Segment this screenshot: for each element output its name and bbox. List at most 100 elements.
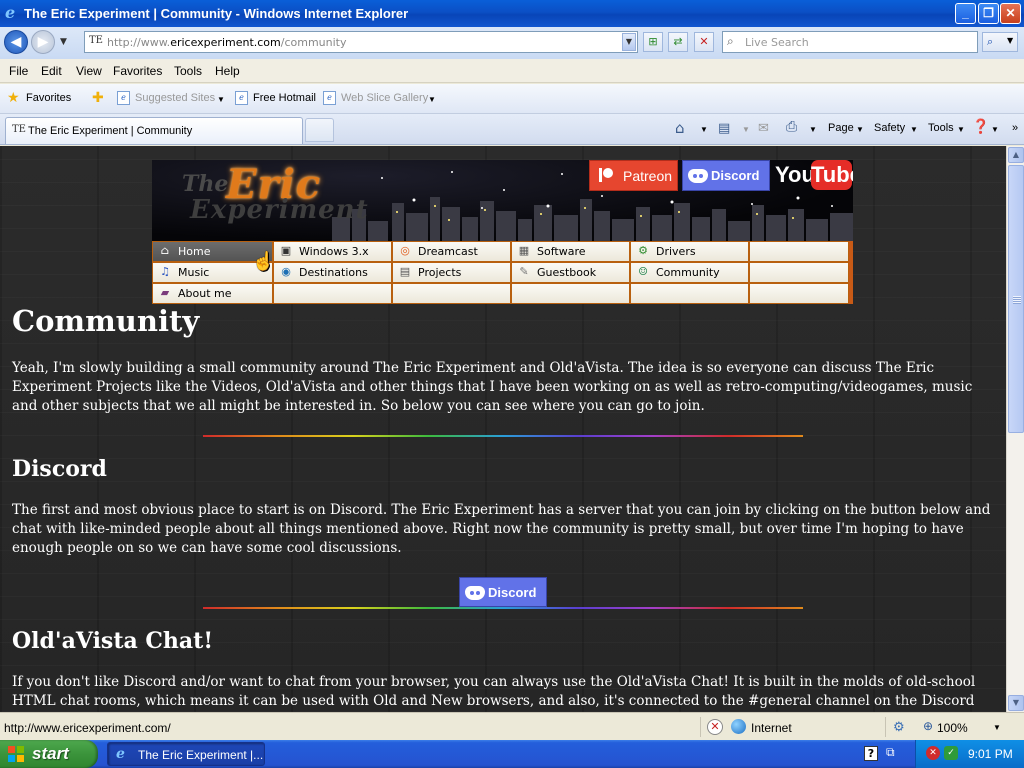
discord-banner-label: Discord [711, 168, 760, 183]
tab-favicon-icon: TE [12, 124, 26, 135]
popup-blocked-icon[interactable]: ✕ [707, 719, 723, 735]
tab-active[interactable]: TE The Eric Experiment | Community [5, 117, 303, 144]
search-button[interactable]: ⌕ ▼ [982, 32, 1018, 52]
close-button[interactable]: ✕ [1000, 3, 1021, 24]
add-to-favorites-icon[interactable]: ✚ [92, 90, 104, 106]
home-dropdown[interactable]: ▼ [700, 125, 708, 134]
feeds-dropdown[interactable]: ▼ [742, 125, 750, 134]
help-tray-icon[interactable]: ? [864, 746, 878, 761]
favorites-button[interactable]: Favorites [26, 92, 71, 104]
menu-favorites[interactable]: Favorites [113, 64, 162, 78]
nav-item-software[interactable]: ▦ Software [511, 241, 630, 262]
help-icon[interactable]: ❓ [972, 119, 989, 135]
clock[interactable]: 9:01 PM [968, 747, 1013, 761]
nav-item-projects[interactable]: ▤ Projects [392, 262, 511, 283]
search-box[interactable]: ⌕ Live Search [722, 31, 978, 53]
print-dropdown[interactable]: ▼ [809, 125, 817, 134]
nav-item-guestbook[interactable]: ✎ Guestbook [511, 262, 630, 283]
windows-flag-icon [8, 746, 25, 763]
security-zone[interactable]: Internet [751, 721, 792, 735]
chat-paragraph: If you don't like Discord and/or want to… [12, 674, 976, 709]
tools-menu[interactable]: Tools [928, 122, 954, 134]
read-mail-icon[interactable]: ✉ [758, 121, 769, 136]
safety-menu-dropdown[interactable]: ▼ [910, 125, 918, 134]
address-dropdown-button[interactable]: ▼ [622, 33, 636, 51]
music-icon: ♫ [160, 265, 170, 278]
suggested-sites-icon: e [117, 91, 130, 105]
menu-tools[interactable]: Tools [174, 64, 202, 78]
menu-help[interactable]: Help [215, 64, 240, 78]
page-menu-dropdown[interactable]: ▼ [856, 125, 864, 134]
network-tray-icon[interactable]: ⧉ [886, 745, 895, 760]
taskbar-item-ie[interactable]: e The Eric Experiment |... [107, 742, 265, 766]
suggested-sites-dropdown[interactable]: ▼ [217, 95, 225, 104]
discord-join-button[interactable]: Discord [459, 577, 547, 607]
menu-view[interactable]: View [76, 64, 102, 78]
mouse-pointer-icon: ☝ [252, 251, 275, 272]
intro-paragraph: Yeah, I'm slowly building a small commun… [12, 360, 973, 414]
minimize-button[interactable]: _ [955, 3, 976, 24]
nav-item-drivers[interactable]: ⚙ Drivers [630, 241, 749, 262]
address-url[interactable]: http://www.ericexperiment.com/community [107, 36, 347, 49]
scroll-thumb[interactable] [1008, 165, 1024, 433]
safety-menu[interactable]: Safety [874, 122, 905, 134]
scroll-down-button[interactable]: ▼ [1008, 695, 1024, 711]
feeds-icon[interactable]: ▤ [718, 121, 730, 136]
maximize-button[interactable]: ❐ [978, 3, 999, 24]
patreon-label: Patreon [623, 168, 673, 184]
scroll-up-button[interactable]: ▲ [1008, 147, 1024, 163]
web-slice-gallery-link[interactable]: Web Slice Gallery [341, 92, 428, 104]
logo-experiment: Experiment [190, 195, 369, 225]
nav-item-destinations[interactable]: ◉ Destinations [273, 262, 392, 283]
tools-menu-dropdown[interactable]: ▼ [957, 125, 965, 134]
refresh-button[interactable]: ⇄ [668, 32, 688, 52]
nav-item-label: Destinations [299, 266, 368, 279]
youtube-button[interactable]: You Tube [773, 160, 853, 191]
menu-edit[interactable]: Edit [41, 64, 62, 78]
print-icon[interactable]: ⎙ [786, 119, 797, 135]
nav-item-label: Drivers [656, 245, 696, 258]
vertical-scrollbar[interactable]: ▲ ▼ [1006, 146, 1024, 712]
nav-item-label: Community [656, 266, 720, 279]
stop-button[interactable]: ✕ [694, 32, 714, 52]
security-alert-icon[interactable]: ✕ [926, 746, 940, 760]
recent-pages-dropdown[interactable]: ▼ [60, 37, 67, 47]
window-titlebar[interactable]: e The Eric Experiment | Community - Wind… [0, 0, 1024, 27]
search-options-dropdown[interactable]: ▼ [1007, 36, 1013, 45]
forward-button[interactable]: ▶ [31, 30, 55, 54]
nav-empty-cell [749, 283, 849, 304]
zoom-level[interactable]: 100% [937, 721, 968, 735]
patreon-button[interactable]: Patreon [589, 160, 678, 191]
page-menu[interactable]: Page [828, 122, 854, 134]
free-hotmail-link[interactable]: Free Hotmail [253, 92, 316, 104]
nav-item-community[interactable]: ☺ Community [630, 262, 749, 283]
nav-item-label: Music [178, 266, 210, 279]
home-icon[interactable]: ⌂ [675, 119, 685, 137]
start-button[interactable]: start [0, 740, 98, 768]
start-label: start [32, 744, 69, 763]
discord-banner-button[interactable]: Discord [682, 160, 770, 191]
protected-mode-icon[interactable]: ⚙ [893, 719, 905, 735]
new-tab-button[interactable] [305, 118, 334, 142]
status-divider [885, 717, 886, 737]
home-icon: ⌂ [160, 244, 170, 257]
menu-file[interactable]: File [9, 64, 28, 78]
antivirus-icon[interactable]: ✓ [944, 746, 958, 760]
logo-the: The [182, 171, 229, 197]
suggested-sites-link[interactable]: Suggested Sites [135, 92, 215, 104]
back-button[interactable]: ◀ [4, 30, 28, 54]
rainbow-divider [203, 435, 803, 437]
system-tray: ✕ ✓ 9:01 PM [915, 740, 1024, 768]
web-slice-gallery-dropdown[interactable]: ▼ [428, 95, 436, 104]
more-commands-icon[interactable]: » [1012, 122, 1018, 134]
address-bar[interactable]: TE http://www.ericexperiment.com/communi… [84, 31, 638, 53]
zoom-dropdown[interactable]: ▼ [993, 723, 1001, 732]
ie-taskbar-icon: e [116, 746, 125, 762]
nav-item-windows-3-x[interactable]: ▣ Windows 3.x [273, 241, 392, 262]
nav-item-dreamcast[interactable]: ◎ Dreamcast [392, 241, 511, 262]
software-icon: ▦ [518, 244, 530, 257]
nav-item-about-me[interactable]: ▰ About me [152, 283, 273, 304]
compatibility-view-button[interactable]: ⊞ [643, 32, 663, 52]
help-dropdown[interactable]: ▼ [991, 125, 999, 134]
dreamcast-swirl-icon: ◎ [400, 244, 410, 257]
